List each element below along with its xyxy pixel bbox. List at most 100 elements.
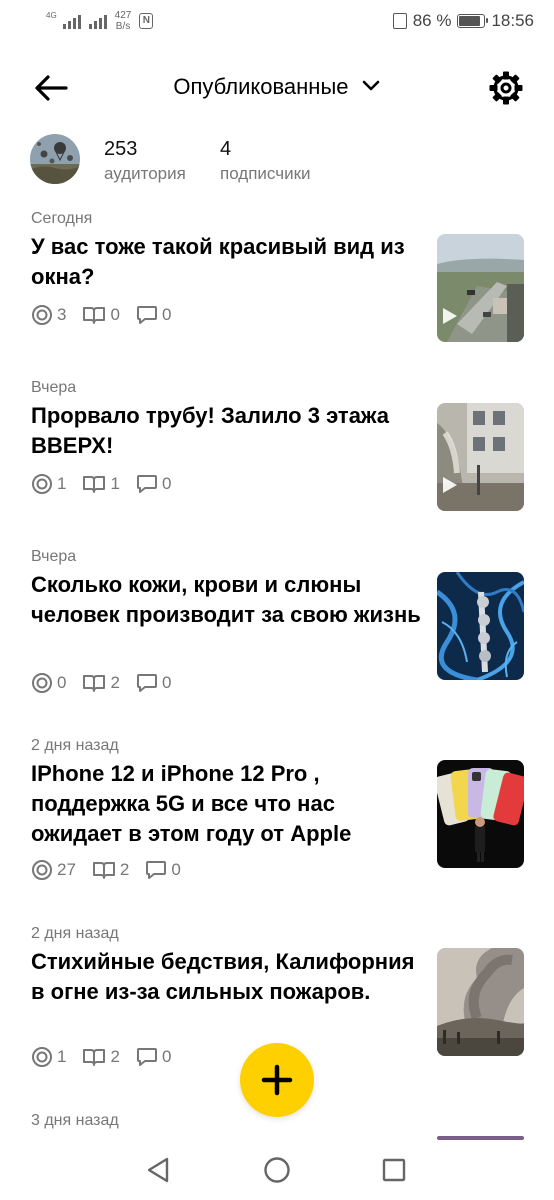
reads-metric: 0	[82, 305, 120, 325]
status-right: 86 % 18:56	[392, 11, 534, 31]
settings-button[interactable]	[488, 70, 524, 106]
views-icon	[32, 860, 52, 880]
speed-value: 427	[114, 10, 132, 21]
system-nav-bar	[0, 1140, 554, 1200]
clock: 18:56	[491, 11, 534, 30]
post-date: Вчера	[31, 548, 77, 565]
signal-icon	[62, 13, 81, 29]
audience-stat: 253 аудитория	[104, 138, 186, 184]
post-metrics: 27 2 0	[31, 859, 197, 881]
page-title: Опубликованные	[173, 74, 349, 99]
comments-metric: 0	[136, 305, 171, 325]
reads-metric: 2	[82, 1047, 120, 1067]
post-title[interactable]: У вас тоже такой красивый вид из окна?	[31, 232, 426, 292]
comments-metric: 0	[136, 673, 171, 693]
network-type: 4G	[46, 10, 57, 20]
reads-count: 0	[110, 305, 120, 324]
subscribers-count: 4	[220, 138, 232, 160]
nav-home-button[interactable]	[257, 1154, 297, 1186]
comments-metric: 0	[136, 474, 171, 494]
audience-label: аудитория	[104, 164, 186, 183]
comments-count: 0	[161, 1047, 172, 1066]
avatar-image	[30, 134, 80, 184]
comment-icon	[136, 475, 157, 493]
comments-count: 0	[171, 860, 181, 879]
comments-count: 0	[161, 673, 172, 692]
views-icon	[32, 1047, 52, 1067]
post-date: Вчера	[31, 379, 77, 396]
post-metrics: 1 2 0	[31, 1046, 187, 1068]
reads-count: 2	[119, 860, 130, 879]
thumbnail-image	[437, 234, 524, 342]
book-icon	[83, 307, 106, 324]
views-metric: 0	[31, 672, 66, 694]
views-count: 1	[57, 474, 67, 493]
post-date: 2 дня назад	[31, 925, 119, 942]
views-metric: 1	[31, 473, 66, 495]
filter-dropdown[interactable]: Опубликованные	[0, 74, 554, 100]
thumbnail-image	[437, 403, 524, 511]
network-speed: 427 B/s	[115, 10, 132, 32]
battery-percent: 86 %	[412, 11, 452, 30]
comment-icon	[136, 306, 157, 324]
post-title[interactable]: IPhone 12 и iPhone 12 Pro , поддержка 5G…	[31, 759, 426, 849]
post-title[interactable]: Сколько кожи, крови и слюны человек прои…	[31, 570, 426, 630]
plus-icon	[261, 1064, 293, 1096]
nfc-icon: N	[139, 13, 154, 29]
home-circle-icon	[264, 1157, 290, 1183]
thumbnail-image	[437, 760, 524, 868]
post-date: 3 дня назад	[31, 1112, 119, 1129]
book-icon	[83, 476, 106, 493]
views-count: 27	[57, 860, 76, 879]
views-metric: 27	[31, 859, 76, 881]
audience-count: 253	[104, 138, 138, 160]
post-thumbnail[interactable]	[437, 403, 524, 511]
post-title[interactable]: Прорвало трубу! Залило 3 этажа ВВЕРХ!	[31, 401, 426, 461]
views-icon	[32, 673, 52, 693]
reads-metric: 2	[92, 860, 129, 880]
top-app-bar: Опубликованные	[0, 60, 554, 116]
post-title[interactable]: Стихийные бедствия, Калифорния в огне из…	[31, 947, 426, 1007]
comments-count: 0	[161, 305, 172, 324]
speed-unit: B/s	[115, 21, 131, 32]
reads-count: 2	[110, 1047, 120, 1066]
recents-square-icon	[382, 1158, 406, 1182]
reads-count: 1	[110, 474, 120, 493]
reads-count: 2	[110, 673, 120, 692]
profile-stats: 253 аудитория 4 подписчики	[30, 134, 530, 188]
views-count: 3	[57, 305, 67, 324]
comment-icon	[136, 674, 157, 692]
signal-icon-2	[88, 13, 107, 29]
battery-icon	[457, 14, 489, 28]
post-thumbnail[interactable]	[437, 948, 524, 1056]
nav-recents-button[interactable]	[374, 1154, 414, 1186]
post-metrics: 1 1 0	[31, 473, 187, 495]
views-metric: 1	[31, 1046, 66, 1068]
reads-metric: 1	[82, 474, 120, 494]
comment-icon	[136, 1048, 157, 1066]
views-icon	[32, 305, 52, 325]
comment-icon	[146, 861, 167, 879]
post-thumbnail[interactable]	[437, 234, 524, 342]
book-icon	[92, 862, 115, 879]
post-thumbnail[interactable]	[437, 572, 524, 680]
views-count: 1	[57, 1047, 67, 1066]
gear-icon	[489, 71, 523, 105]
comments-metric: 0	[136, 1047, 171, 1067]
thumbnail-image	[437, 948, 524, 1056]
nav-back-button[interactable]	[138, 1154, 178, 1186]
status-left: 4G 427 B/s N	[46, 10, 154, 32]
subscribers-stat: 4 подписчики	[220, 138, 311, 184]
reads-metric: 2	[82, 673, 120, 693]
post-thumbnail[interactable]	[437, 760, 524, 868]
thumbnail-image	[437, 572, 524, 680]
views-metric: 3	[31, 304, 66, 326]
avatar[interactable]	[30, 134, 80, 184]
views-icon	[32, 474, 52, 494]
comments-metric: 0	[145, 860, 181, 880]
create-post-button[interactable]	[240, 1043, 314, 1117]
chevron-down-icon	[362, 80, 379, 91]
post-metrics: 0 2 0	[31, 672, 187, 694]
views-count: 0	[57, 673, 67, 692]
book-icon	[83, 675, 106, 692]
